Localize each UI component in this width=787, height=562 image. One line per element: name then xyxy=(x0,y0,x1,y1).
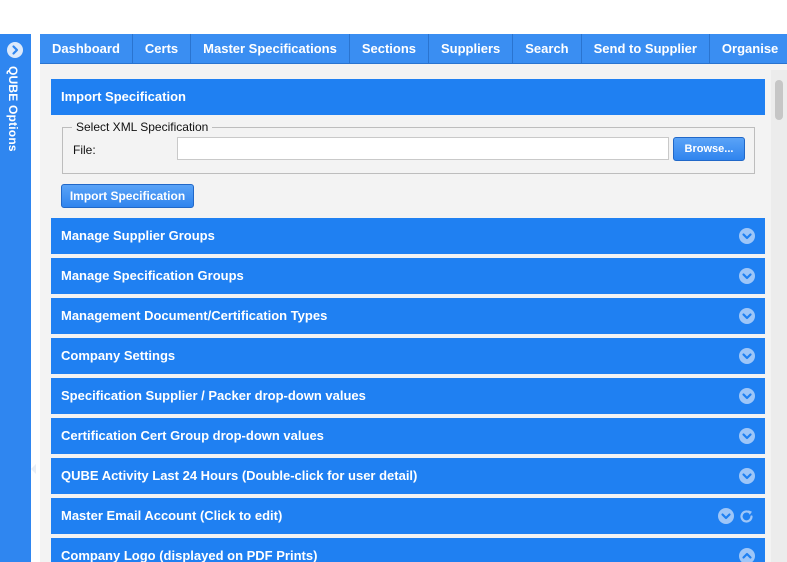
chevron-down-circle-icon[interactable] xyxy=(739,468,755,484)
panel-label: Manage Specification Groups xyxy=(61,268,244,283)
vertical-scrollbar[interactable] xyxy=(771,70,787,562)
chevron-down-circle-icon[interactable] xyxy=(718,508,734,524)
panel-label: Specification Supplier / Packer drop-dow… xyxy=(61,388,366,403)
panel-label: Company Logo (displayed on PDF Prints) xyxy=(61,548,318,562)
import-specification-header[interactable]: Import Specification xyxy=(51,79,765,115)
panel-master-email-account[interactable]: Master Email Account (Click to edit) xyxy=(51,498,765,534)
qube-options-rail[interactable]: QUBE Options xyxy=(0,34,36,562)
panel-label: Company Settings xyxy=(61,348,176,363)
panel-qube-activity[interactable]: QUBE Activity Last 24 Hours (Double-clic… xyxy=(51,458,765,494)
panel-manage-specification-groups[interactable]: Manage Specification Groups xyxy=(51,258,765,294)
select-xml-fieldset: Select XML Specification File: Browse... xyxy=(62,120,755,174)
qube-options-label[interactable]: QUBE Options xyxy=(6,66,20,152)
chevron-up-circle-icon[interactable] xyxy=(739,548,755,562)
tab-suppliers[interactable]: Suppliers xyxy=(429,34,514,64)
tab-search[interactable]: Search xyxy=(513,34,582,64)
chevron-down-circle-icon[interactable] xyxy=(739,228,755,244)
panel-cert-group-dropdown-values[interactable]: Certification Cert Group drop-down value… xyxy=(51,418,765,454)
scrollbar-thumb[interactable] xyxy=(775,80,783,120)
file-path-input[interactable] xyxy=(177,137,669,160)
panel-label: Master Email Account (Click to edit) xyxy=(61,508,283,523)
panel-label: Certification Cert Group drop-down value… xyxy=(61,428,324,443)
tab-dashboard[interactable]: Dashboard xyxy=(40,34,133,64)
chevron-down-circle-icon[interactable] xyxy=(739,268,755,284)
panel-supplier-packer-dropdown-values[interactable]: Specification Supplier / Packer drop-dow… xyxy=(51,378,765,414)
collapse-arrow-icon xyxy=(31,464,36,474)
tab-sections[interactable]: Sections xyxy=(350,34,429,64)
import-specification-button[interactable]: Import Specification xyxy=(61,184,194,208)
select-xml-legend: Select XML Specification xyxy=(72,120,213,134)
tab-send-to-supplier[interactable]: Send to Supplier xyxy=(582,34,710,64)
chevron-down-circle-icon[interactable] xyxy=(739,428,755,444)
panel-label: Management Document/Certification Types xyxy=(61,308,328,323)
refresh-icon[interactable] xyxy=(738,508,755,525)
panel-management-document-certification-types[interactable]: Management Document/Certification Types xyxy=(51,298,765,334)
chevron-down-circle-icon[interactable] xyxy=(739,308,755,324)
browse-button[interactable]: Browse... xyxy=(673,137,745,161)
chevron-down-circle-icon[interactable] xyxy=(739,348,755,364)
import-specification-body: Select XML Specification File: Browse...… xyxy=(51,115,765,218)
panel-company-settings[interactable]: Company Settings xyxy=(51,338,765,374)
file-label: File: xyxy=(73,143,96,157)
tab-certs[interactable]: Certs xyxy=(133,34,192,64)
tab-master-specifications[interactable]: Master Specifications xyxy=(191,34,350,64)
panel-label: QUBE Activity Last 24 Hours (Double-clic… xyxy=(61,468,418,483)
tab-organise[interactable]: Organise xyxy=(710,34,787,64)
panel-company-logo[interactable]: Company Logo (displayed on PDF Prints) xyxy=(51,538,765,562)
import-specification-title: Import Specification xyxy=(61,89,186,104)
chevron-down-circle-icon[interactable] xyxy=(739,388,755,404)
chevron-right-circle-icon[interactable] xyxy=(7,42,23,58)
panel-manage-supplier-groups[interactable]: Manage Supplier Groups xyxy=(51,218,765,254)
panel-label: Manage Supplier Groups xyxy=(61,228,215,243)
top-navigation: Dashboard Certs Master Specifications Se… xyxy=(40,34,787,64)
